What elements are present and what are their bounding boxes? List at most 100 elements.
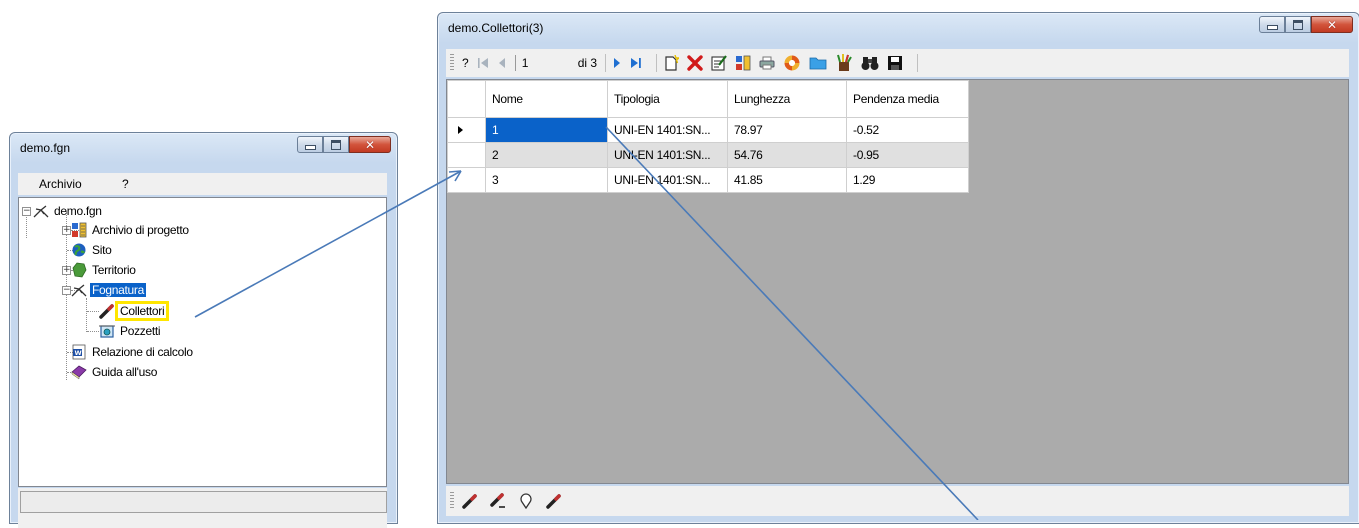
save-button[interactable] bbox=[887, 55, 903, 71]
cell-pendenza-media[interactable]: 1.29 bbox=[846, 167, 969, 193]
node-tool-button[interactable] bbox=[518, 493, 534, 509]
cell-tipologia[interactable]: UNI-EN 1401:SN... bbox=[607, 167, 728, 193]
close-button[interactable]: ✕ bbox=[1311, 16, 1353, 33]
current-row-arrow-icon bbox=[458, 126, 463, 134]
tree-node-guida-all-uso[interactable]: Guida all'uso bbox=[71, 363, 159, 381]
collapse-toggle[interactable]: − bbox=[62, 286, 71, 295]
print-icon bbox=[759, 56, 775, 70]
project-tree[interactable]: − + + − demo.fgn Archivio di progetto Si… bbox=[18, 197, 387, 487]
tree-node-pozzetti[interactable]: Pozzetti bbox=[99, 322, 162, 340]
tree-node-archivio-di-progetto[interactable]: Archivio di progetto bbox=[71, 221, 191, 239]
last-record-icon bbox=[631, 58, 641, 68]
print-button[interactable] bbox=[759, 55, 775, 71]
table-row[interactable]: 1 UNI-EN 1401:SN... 78.97 -0.52 bbox=[447, 117, 969, 143]
table-row[interactable]: 3 UNI-EN 1401:SN... 41.85 1.29 bbox=[447, 167, 969, 193]
pipe-tool-icon bbox=[462, 494, 477, 509]
column-header-lunghezza[interactable]: Lunghezza bbox=[727, 80, 847, 118]
cell-tipologia[interactable]: UNI-EN 1401:SN... bbox=[607, 117, 728, 143]
minimize-button[interactable] bbox=[1259, 16, 1285, 33]
toolbar-grip[interactable] bbox=[450, 54, 454, 72]
previous-record-icon bbox=[498, 58, 505, 68]
collapse-toggle[interactable]: − bbox=[22, 207, 31, 216]
maximize-button[interactable] bbox=[323, 136, 349, 153]
first-record-button[interactable] bbox=[477, 57, 489, 69]
status-bar bbox=[18, 488, 387, 528]
toolbar-grip[interactable] bbox=[450, 492, 454, 510]
table-row[interactable]: 2 UNI-EN 1401:SN... 54.76 -0.95 bbox=[447, 142, 969, 168]
cell-nome[interactable]: 2 bbox=[485, 142, 608, 168]
help-lifebuoy-button[interactable] bbox=[783, 54, 801, 72]
network-icon bbox=[71, 282, 87, 298]
menu-help[interactable]: ? bbox=[122, 177, 129, 191]
tree-node-territorio[interactable]: Territorio bbox=[71, 261, 138, 279]
cell-lunghezza[interactable]: 54.76 bbox=[727, 142, 847, 168]
status-field bbox=[20, 491, 387, 513]
record-count-label: di 3 bbox=[577, 56, 598, 70]
tree-node-label: Relazione di calcolo bbox=[92, 345, 193, 359]
help-lifebuoy-icon bbox=[784, 55, 800, 71]
tree-node-label: Archivio di progetto bbox=[92, 223, 189, 237]
row-selector[interactable] bbox=[447, 142, 486, 168]
tree-node-fognatura[interactable]: Fognatura bbox=[71, 281, 147, 299]
cell-lunghezza[interactable]: 41.85 bbox=[727, 167, 847, 193]
collettori-window: demo.Collettori(3) ✕ ? 1 di 3 Nome Tipol… bbox=[437, 12, 1359, 524]
cell-nome[interactable]: 1 bbox=[485, 117, 608, 143]
last-record-button[interactable] bbox=[630, 57, 642, 69]
open-folder-icon bbox=[809, 57, 827, 70]
close-button[interactable]: ✕ bbox=[349, 136, 391, 153]
cell-pendenza-media[interactable]: -0.52 bbox=[846, 117, 969, 143]
pipe-edit-button[interactable] bbox=[490, 493, 506, 509]
database-button[interactable] bbox=[735, 55, 751, 71]
minimize-icon bbox=[1266, 25, 1278, 30]
drawing-toolbar bbox=[446, 486, 1349, 516]
tree-node-relazione-di-calcolo[interactable]: W Relazione di calcolo bbox=[71, 343, 195, 361]
cell-tipologia[interactable]: UNI-EN 1401:SN... bbox=[607, 142, 728, 168]
record-position-input[interactable]: 1 bbox=[514, 55, 564, 71]
database-icon bbox=[71, 222, 87, 238]
project-window: demo.fgn ✕ Archivio ? − + + − demo.fgn A… bbox=[9, 132, 398, 528]
first-record-icon bbox=[477, 58, 488, 68]
expand-toggle[interactable]: + bbox=[62, 226, 71, 235]
delete-button[interactable] bbox=[687, 55, 703, 71]
help-button[interactable]: ? bbox=[462, 56, 469, 70]
open-folder-button[interactable] bbox=[809, 55, 827, 71]
header-row: Nome Tipologia Lunghezza Pendenza media bbox=[447, 80, 969, 118]
globe-icon bbox=[71, 242, 87, 258]
tree-node-sito[interactable]: Sito bbox=[71, 241, 113, 259]
paint-button[interactable] bbox=[835, 54, 853, 72]
column-header-pendenza-media[interactable]: Pendenza media bbox=[846, 80, 969, 118]
pipe-icon bbox=[99, 303, 115, 319]
edit-button[interactable] bbox=[711, 55, 727, 71]
tree-node-label: Fognatura bbox=[90, 283, 147, 297]
delete-icon bbox=[687, 55, 703, 71]
pipe-tool-button[interactable] bbox=[462, 493, 478, 509]
new-record-button[interactable] bbox=[663, 55, 680, 71]
navigator-toolbar: ? 1 di 3 bbox=[446, 49, 1349, 77]
cell-pendenza-media[interactable]: -0.95 bbox=[846, 142, 969, 168]
close-icon: ✕ bbox=[1326, 17, 1338, 32]
window-controls: ✕ bbox=[297, 136, 391, 153]
column-header-nome[interactable]: Nome bbox=[485, 80, 608, 118]
maximize-button[interactable] bbox=[1285, 16, 1311, 33]
row-selector[interactable] bbox=[447, 117, 486, 143]
row-selector[interactable] bbox=[447, 167, 486, 193]
cell-lunghezza[interactable]: 78.97 bbox=[727, 117, 847, 143]
find-button[interactable] bbox=[861, 55, 879, 71]
expand-toggle[interactable]: + bbox=[62, 266, 71, 275]
column-header-tipologia[interactable]: Tipologia bbox=[607, 80, 728, 118]
pipe-tool-2-button[interactable] bbox=[546, 493, 562, 509]
edit-icon bbox=[711, 55, 727, 71]
minimize-button[interactable] bbox=[297, 136, 323, 153]
new-record-icon bbox=[665, 55, 680, 71]
previous-record-button[interactable] bbox=[497, 57, 507, 69]
paint-icon bbox=[837, 54, 852, 71]
pipe-edit-icon bbox=[490, 493, 505, 508]
book-icon bbox=[71, 364, 87, 380]
manhole-icon bbox=[99, 323, 115, 339]
tree-node-demo-fgn[interactable]: demo.fgn bbox=[33, 202, 104, 220]
tree-node-collettori[interactable]: Collettori bbox=[99, 301, 170, 321]
menu-archivio[interactable]: Archivio bbox=[39, 177, 82, 191]
cell-nome[interactable]: 3 bbox=[485, 167, 608, 193]
corner-cell[interactable] bbox=[447, 80, 486, 118]
next-record-button[interactable] bbox=[612, 57, 622, 69]
